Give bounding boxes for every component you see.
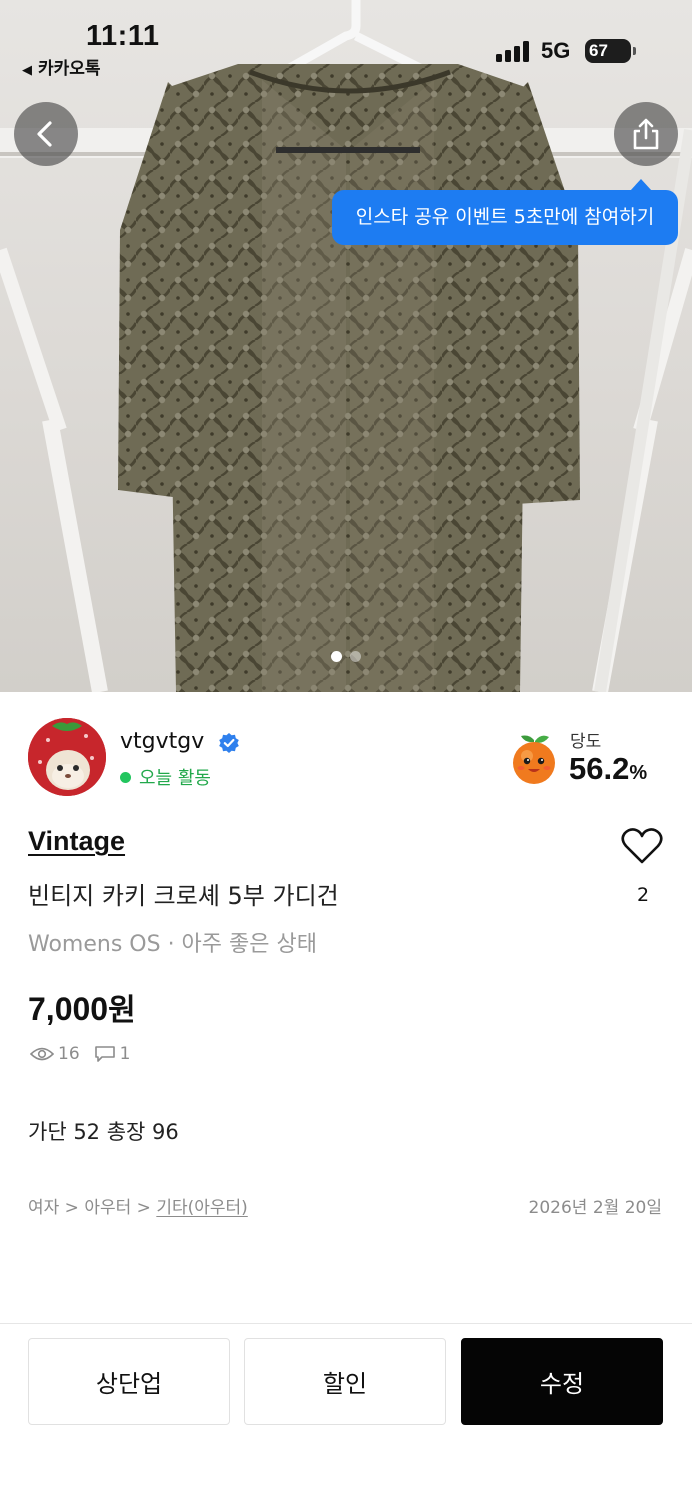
- category-breadcrumb: 여자 > 아우터 > 기타(아우터): [28, 1193, 248, 1218]
- sweetness-value: 56.2%: [569, 751, 647, 787]
- sweetness-label: 당도: [570, 732, 602, 752]
- comment-count: 1: [119, 1044, 131, 1064]
- seller-avatar[interactable]: [28, 718, 106, 796]
- edit-button[interactable]: 수정: [461, 1338, 663, 1425]
- product-description: 가단 52 총장 96: [28, 1120, 179, 1144]
- price-amount: 7,000: [28, 991, 109, 1027]
- product-subtitle: Womens OS · 아주 좋은 상태: [28, 932, 317, 957]
- strawberry-avatar-image: [28, 718, 106, 796]
- chevron-left-icon: [37, 121, 52, 147]
- bump-button[interactable]: 상단업: [28, 1338, 230, 1425]
- sweetness-unit: %: [629, 762, 648, 784]
- product-title: 빈티지 카키 크로셰 5부 가디건: [28, 882, 339, 910]
- activity-status: 오늘 활동: [120, 764, 211, 790]
- share-button[interactable]: [614, 102, 678, 166]
- network-label: 5G: [541, 38, 571, 63]
- share-event-tooltip[interactable]: 인스타 공유 이벤트 5초만에 참여하기: [332, 179, 678, 245]
- status-time: 11:11: [86, 20, 160, 52]
- pagination-dot: [350, 651, 361, 662]
- like-count: 2: [636, 884, 650, 906]
- eye-icon: [30, 1047, 54, 1061]
- seller-name[interactable]: vtgvtgv: [120, 729, 204, 754]
- verified-badge-icon: [219, 733, 239, 753]
- status-bar: 11:11 ◀ 카카오톡 5G 67: [0, 0, 692, 90]
- product-image: [0, 0, 692, 692]
- battery-icon: 67: [585, 39, 636, 63]
- back-triangle-icon: ◀: [22, 63, 32, 78]
- category-link[interactable]: 기타(아우터): [156, 1198, 247, 1218]
- online-dot-icon: [120, 772, 131, 783]
- heart-icon[interactable]: [620, 826, 664, 866]
- sweetness-number: 56.2: [569, 751, 630, 786]
- back-button[interactable]: [14, 102, 78, 166]
- signal-icon: [496, 40, 530, 62]
- share-icon: [633, 118, 659, 150]
- listing-date: 2026년 2월 20일: [528, 1198, 662, 1218]
- product-price: 7,000원: [28, 985, 136, 1029]
- bottom-divider: [0, 1323, 692, 1324]
- image-pagination: [0, 651, 692, 662]
- category-path: 여자 > 아우터 >: [28, 1198, 157, 1218]
- product-stats: 16 1: [30, 1044, 130, 1064]
- brand-link[interactable]: Vintage: [28, 826, 125, 857]
- view-count: 16: [58, 1044, 80, 1064]
- product-photo[interactable]: 11:11 ◀ 카카오톡 5G 67 인스타 공유 이벤트 5초만에 참여하기: [0, 0, 692, 692]
- battery-level: 67: [589, 41, 608, 60]
- back-to-app-link[interactable]: ◀ 카카오톡: [22, 54, 101, 79]
- peach-mascot-icon: [513, 735, 555, 784]
- discount-button[interactable]: 할인: [244, 1338, 446, 1425]
- pagination-dot-active: [331, 651, 342, 662]
- activity-label: 오늘 활동: [139, 768, 211, 789]
- comment-icon: [94, 1046, 115, 1062]
- back-app-label: 카카오톡: [38, 59, 101, 79]
- price-unit: 원: [108, 993, 136, 1028]
